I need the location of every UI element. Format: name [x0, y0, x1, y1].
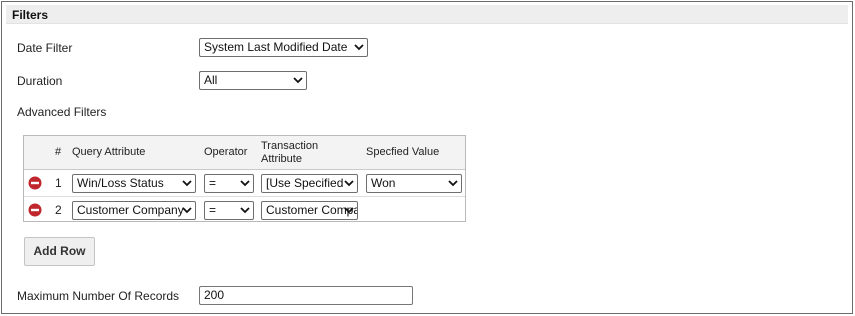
col-index: # — [55, 146, 62, 158]
panel-header: Filters — [6, 5, 848, 24]
col-transaction-attribute-line2: Attribute — [261, 153, 302, 165]
col-transaction-attribute-line1: Transaction — [261, 140, 319, 152]
chevron-down-icon — [182, 180, 192, 187]
duration-select[interactable]: All — [199, 71, 307, 90]
max-records-value: 200 — [204, 288, 225, 302]
operator-value: = — [209, 176, 217, 190]
transaction-attribute-select[interactable]: Customer Company — [261, 201, 358, 220]
operator-select[interactable]: = — [204, 201, 254, 220]
chevron-down-icon — [344, 207, 354, 214]
query-attribute-select[interactable]: Customer Company — [72, 201, 196, 220]
row-divider — [24, 196, 465, 197]
specified-value: Won — [371, 176, 396, 190]
query-attribute-select[interactable]: Win/Loss Status — [72, 174, 196, 193]
query-attribute-value: Customer Company — [77, 203, 184, 217]
col-query-attribute: Query Attribute — [72, 146, 146, 158]
col-operator: Operator — [204, 146, 248, 158]
row-number: 2 — [55, 203, 62, 217]
transaction-attribute-select[interactable]: [Use Specified — [261, 174, 358, 193]
operator-value: = — [209, 203, 217, 217]
chevron-down-icon — [240, 180, 250, 187]
max-records-input[interactable]: 200 — [199, 286, 413, 305]
remove-circle-icon[interactable] — [28, 203, 42, 217]
transaction-attribute-value: [Use Specified — [266, 176, 344, 190]
date-filter-label: Date Filter — [17, 41, 73, 55]
max-records-label: Maximum Number Of Records — [17, 289, 180, 303]
col-specified-value: Specfied Value — [366, 146, 440, 158]
chevron-down-icon — [448, 180, 458, 187]
chevron-down-icon — [293, 77, 303, 84]
chevron-down-icon — [344, 180, 354, 187]
duration-label: Duration — [17, 74, 63, 88]
chevron-down-icon — [240, 207, 250, 214]
chevron-down-icon — [182, 207, 192, 214]
grid-header: # Query Attribute Operator Transaction A… — [24, 136, 465, 170]
chevron-down-icon — [354, 44, 364, 51]
specified-value-select[interactable]: Won — [366, 174, 462, 193]
advanced-filters-grid: # Query Attribute Operator Transaction A… — [23, 135, 466, 222]
remove-circle-icon[interactable] — [28, 176, 42, 190]
query-attribute-value: Win/Loss Status — [77, 176, 164, 190]
filters-panel: Filters Date Filter System Last Modified… — [1, 1, 853, 314]
operator-select[interactable]: = — [204, 174, 254, 193]
row-number: 1 — [55, 176, 62, 190]
advanced-filters-label: Advanced Filters — [17, 105, 107, 119]
duration-value: All — [204, 73, 218, 87]
add-row-button[interactable]: Add Row — [24, 237, 95, 266]
date-filter-select[interactable]: System Last Modified Date — [199, 38, 368, 57]
date-filter-value: System Last Modified Date — [204, 40, 348, 54]
panel-title: Filters — [12, 8, 49, 22]
